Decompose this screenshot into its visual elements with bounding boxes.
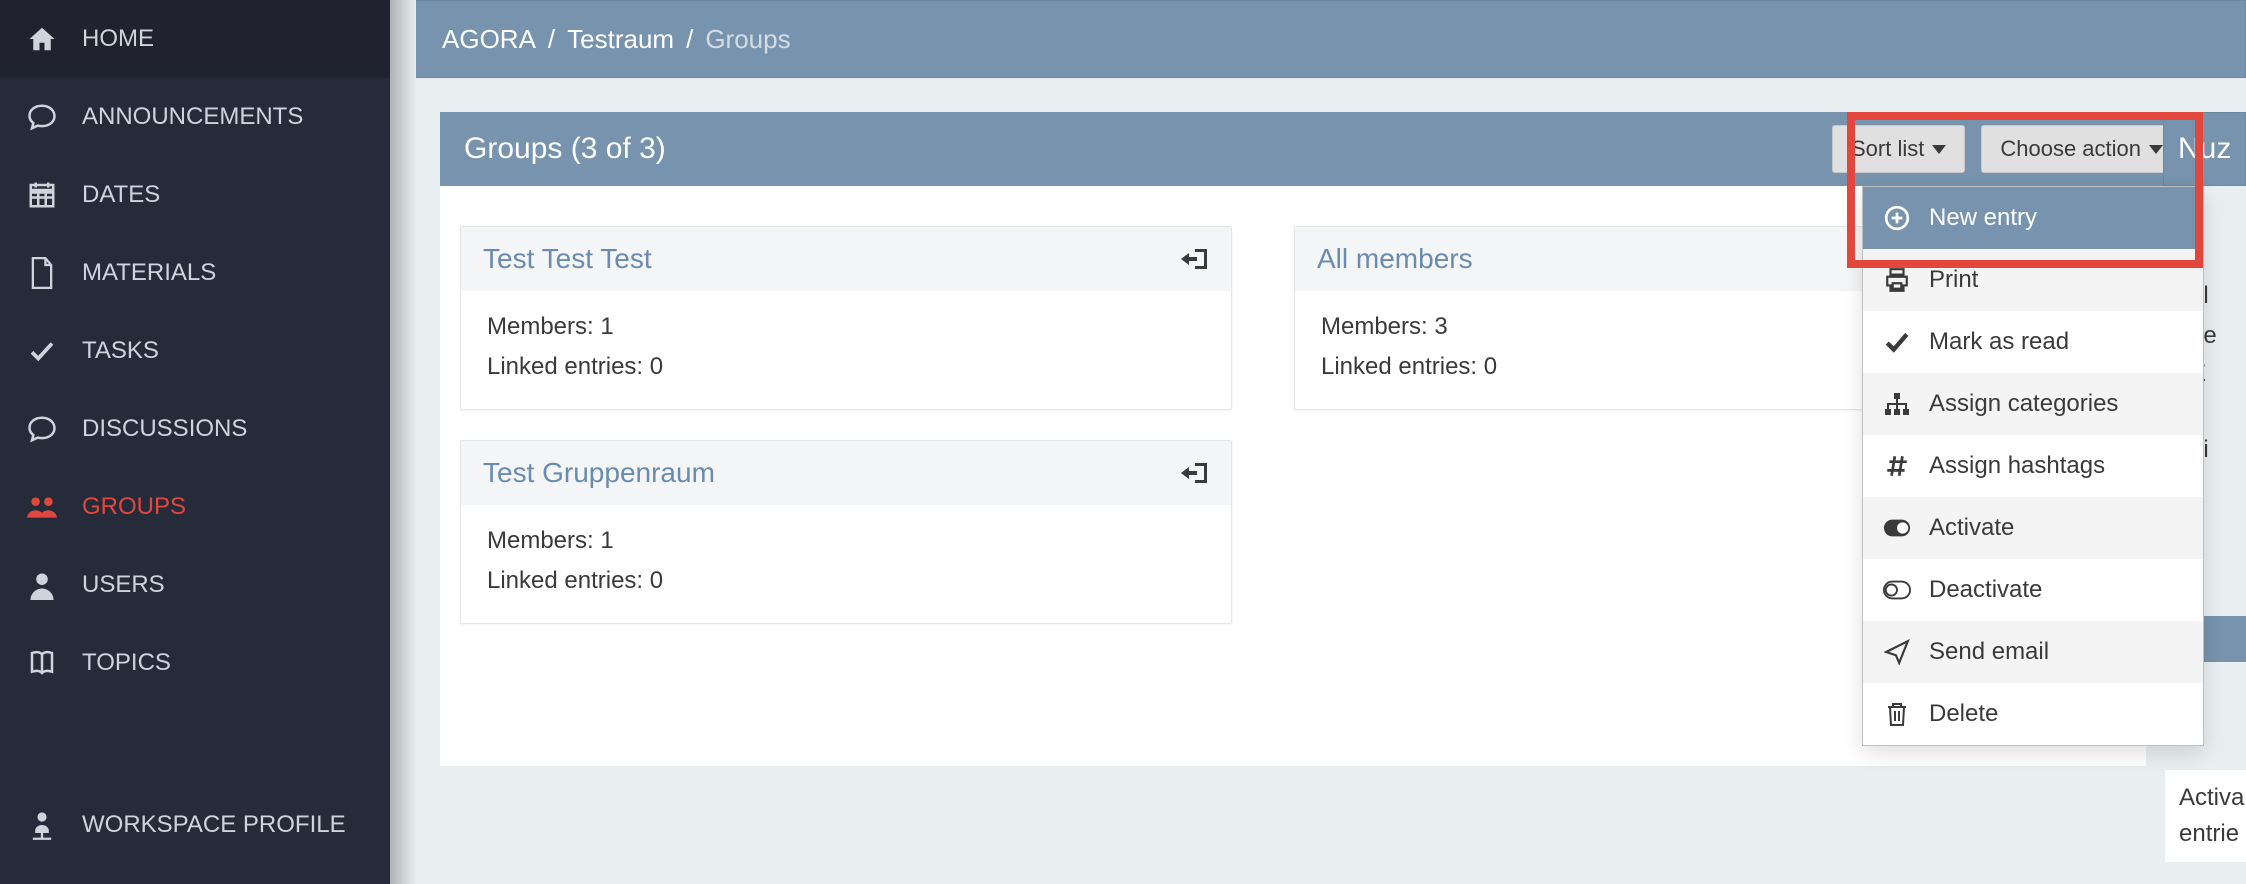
sort-list-label: Sort list: [1851, 136, 1924, 162]
chat-icon: [24, 414, 60, 444]
sidebar-item-label: TOPICS: [82, 649, 171, 677]
user-icon: [24, 570, 60, 600]
group-card: Test Test Test Members: 1 Linked entries…: [460, 226, 1232, 410]
sidebar-item-workspace-profile[interactable]: WORKSPACE PROFILE: [0, 786, 390, 864]
breadcrumb-current: Groups: [705, 24, 790, 55]
sort-list-button[interactable]: Sort list: [1832, 125, 1965, 173]
breadcrumb-root[interactable]: AGORA: [442, 24, 536, 55]
trash-icon: [1883, 701, 1911, 727]
profile-icon: [24, 809, 60, 841]
enter-icon[interactable]: [1181, 461, 1209, 485]
paper-plane-icon: [1883, 639, 1911, 665]
sidebar-item-tasks[interactable]: TASKS: [0, 312, 390, 390]
comment-icon: [24, 102, 60, 132]
action-label: Delete: [1929, 700, 1998, 728]
book-icon: [24, 648, 60, 678]
members-count: Members: 1: [487, 307, 1205, 347]
group-card-body: Members: 1 Linked entries: 0: [461, 505, 1231, 623]
breadcrumb-mid[interactable]: Testraum: [567, 24, 674, 55]
linked-entries-count: Linked entries: 0: [487, 347, 1205, 387]
action-assign-categories[interactable]: Assign categories: [1863, 373, 2203, 435]
choose-action-menu: New entry Print Mark as read Assign cate…: [1862, 186, 2204, 746]
action-label: Deactivate: [1929, 576, 2042, 604]
action-assign-hashtags[interactable]: Assign hashtags: [1863, 435, 2203, 497]
action-label: New entry: [1929, 204, 2037, 232]
group-card-header: Test Test Test: [461, 227, 1231, 291]
sidebar-item-dates[interactable]: DATES: [0, 156, 390, 234]
linked-entries-count: Linked entries: 0: [487, 561, 1205, 601]
action-label: Activate: [1929, 514, 2014, 542]
page-header: Groups (3 of 3) Sort list Choose action: [440, 112, 2206, 186]
sidebar-item-groups[interactable]: GROUPS: [0, 468, 390, 546]
text-fragment: Activa: [2179, 780, 2246, 816]
choose-action-label: Choose action: [2000, 136, 2141, 162]
action-send-email[interactable]: Send email: [1863, 621, 2203, 683]
sidebar-item-label: DATES: [82, 181, 160, 209]
group-card-body: Members: 1 Linked entries: 0: [461, 291, 1231, 409]
chevron-down-icon: [1932, 145, 1946, 154]
sidebar-item-announcements[interactable]: ANNOUNCEMENTS: [0, 78, 390, 156]
sidebar-item-materials[interactable]: MATERIALS: [0, 234, 390, 312]
group-card-header: Test Gruppenraum: [461, 441, 1231, 505]
choose-action-button[interactable]: Choose action: [1981, 125, 2182, 173]
enter-icon[interactable]: [1181, 247, 1209, 271]
action-activate[interactable]: Activate: [1863, 497, 2203, 559]
toggle-off-icon: [1883, 580, 1911, 600]
right-action-label: Nuz: [2178, 132, 2231, 166]
action-new-entry[interactable]: New entry: [1863, 187, 2203, 249]
hashtag-icon: [1883, 453, 1911, 479]
printer-icon: [1883, 267, 1911, 293]
checkmark-icon: [1883, 329, 1911, 355]
group-title-link[interactable]: Test Test Test: [483, 243, 652, 275]
sidebar-item-label: GROUPS: [82, 493, 186, 521]
check-icon: [24, 336, 60, 366]
document-icon: [24, 257, 60, 289]
action-delete[interactable]: Delete: [1863, 683, 2203, 745]
sidebar-item-label: USERS: [82, 571, 165, 599]
users-icon: [24, 492, 60, 522]
sidebar: HOME ANNOUNCEMENTS DATES MATERIALS TASKS…: [0, 0, 390, 884]
breadcrumb: AGORA / Testraum / Groups: [416, 0, 2246, 78]
sidebar-item-users[interactable]: USERS: [0, 546, 390, 624]
sidebar-item-label: MATERIALS: [82, 259, 216, 287]
sidebar-item-discussions[interactable]: DISCUSSIONS: [0, 390, 390, 468]
sidebar-item-label: HOME: [82, 25, 154, 53]
action-label: Assign hashtags: [1929, 452, 2105, 480]
group-title-link[interactable]: Test Gruppenraum: [483, 457, 715, 489]
home-icon: [24, 24, 60, 54]
sidebar-item-label: TASKS: [82, 337, 159, 365]
action-label: Mark as read: [1929, 328, 2069, 356]
sidebar-item-home[interactable]: HOME: [0, 0, 390, 78]
action-label: Send email: [1929, 638, 2049, 666]
plus-circle-icon: [1883, 205, 1911, 231]
page-title: Groups (3 of 3): [464, 132, 666, 166]
action-print[interactable]: Print: [1863, 249, 2203, 311]
toggle-on-icon: [1883, 518, 1911, 538]
action-deactivate[interactable]: Deactivate: [1863, 559, 2203, 621]
right-action-button[interactable]: Nuz: [2163, 112, 2246, 186]
sidebar-item-label: DISCUSSIONS: [82, 415, 247, 443]
sidebar-shadow: [390, 0, 416, 884]
chevron-down-icon: [2149, 145, 2163, 154]
sidebar-item-label: ANNOUNCEMENTS: [82, 103, 303, 131]
group-card: Test Gruppenraum Members: 1 Linked entri…: [460, 440, 1232, 624]
action-label: Assign categories: [1929, 390, 2118, 418]
members-count: Members: 1: [487, 521, 1205, 561]
breadcrumb-sep: /: [674, 24, 705, 55]
breadcrumb-sep: /: [536, 24, 567, 55]
sidebar-item-label: WORKSPACE PROFILE: [82, 811, 346, 839]
group-title-link[interactable]: All members: [1317, 243, 1473, 275]
header-buttons: Sort list Choose action: [1832, 125, 2182, 173]
sitemap-icon: [1883, 391, 1911, 417]
calendar-icon: [24, 180, 60, 210]
action-mark-as-read[interactable]: Mark as read: [1863, 311, 2203, 373]
sidebar-item-topics[interactable]: TOPICS: [0, 624, 390, 702]
action-label: Print: [1929, 266, 1978, 294]
text-fragment-box: Activa entrie: [2165, 770, 2246, 862]
text-fragment: entrie: [2179, 816, 2246, 852]
